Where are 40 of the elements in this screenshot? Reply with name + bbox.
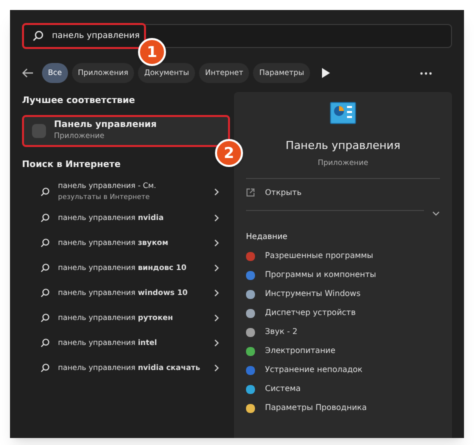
preview-title: Панель управления [286,138,400,154]
recent-item[interactable]: Разрешенные программы [246,246,440,266]
chevron-right-icon [214,238,220,246]
search-icon [40,312,50,322]
search-icon [40,238,50,248]
chevron-right-icon [214,264,220,272]
chevron-right-icon [214,288,220,296]
section-heading: Поиск в Интернете [22,158,122,172]
external-link-icon [246,188,255,198]
recent-item[interactable]: Система [246,380,440,399]
open-action[interactable]: Открыть [246,180,440,205]
search-icon [40,262,50,272]
section-heading: Недавние [246,230,288,243]
search-icon [40,288,50,298]
chevron-right-icon [214,338,220,346]
control-panel-icon [330,102,356,124]
play-icon[interactable] [322,68,330,78]
recent-item[interactable]: Параметры Проводника [246,398,440,418]
app-title: Панель управления [54,120,157,132]
more-icon[interactable] [420,72,432,74]
search-icon [40,362,50,372]
search-query: панель управления [52,30,140,42]
recent-item[interactable]: Устранение неполадок [246,360,440,380]
section-heading: Лучшее соответствие [22,95,136,108]
recent-item[interactable]: Инструменты Windows [246,284,440,304]
chevron-down-icon[interactable] [432,210,440,217]
recent-item[interactable]: Электропитание [246,342,440,361]
app-icon [32,124,46,138]
recent-item[interactable]: Программы и компоненты [246,266,440,285]
chevron-right-icon [214,314,220,322]
search-icon [40,338,50,348]
chevron-right-icon [214,214,220,222]
search-icon [40,186,50,196]
chevron-right-icon [214,188,220,196]
back-arrow-icon[interactable] [22,67,34,79]
chevron-right-icon [214,364,220,372]
search-icon [40,212,50,222]
search-icon [32,30,44,42]
recent-item[interactable]: Звук - 2 [246,322,440,342]
recent-item[interactable]: Диспетчер устройств [246,304,440,323]
